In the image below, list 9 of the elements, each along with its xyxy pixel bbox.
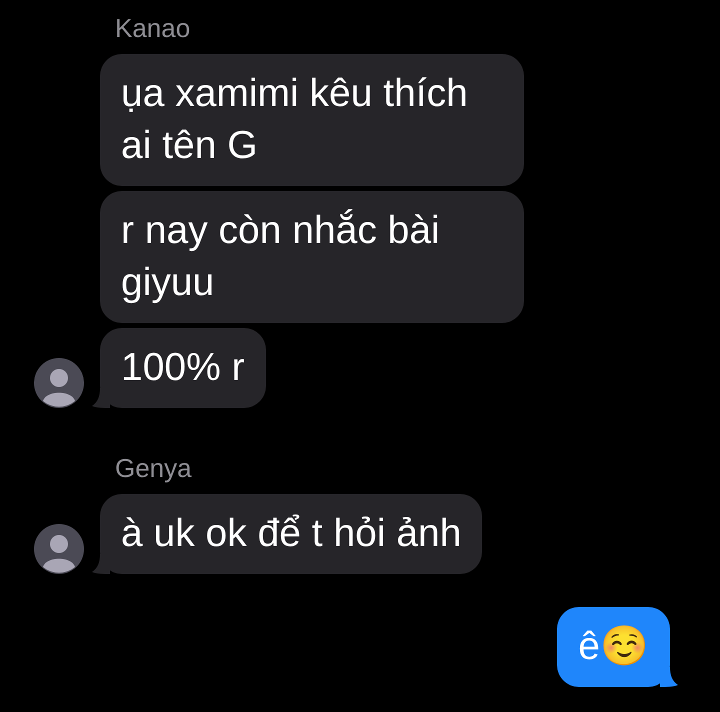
avatar-icon[interactable] — [34, 358, 84, 408]
message-bubble: ụa xamimi kêu thích ai tên G — [100, 54, 524, 186]
message-bubble: r nay còn nhắc bài giyuu — [100, 191, 524, 323]
sender-name: Kanao — [115, 12, 192, 44]
bubble-tail — [660, 667, 678, 687]
avatar-icon[interactable] — [34, 524, 84, 574]
bubble-tail — [92, 554, 110, 574]
bubble-tail — [92, 388, 110, 408]
sender-name: Genya — [115, 452, 193, 484]
